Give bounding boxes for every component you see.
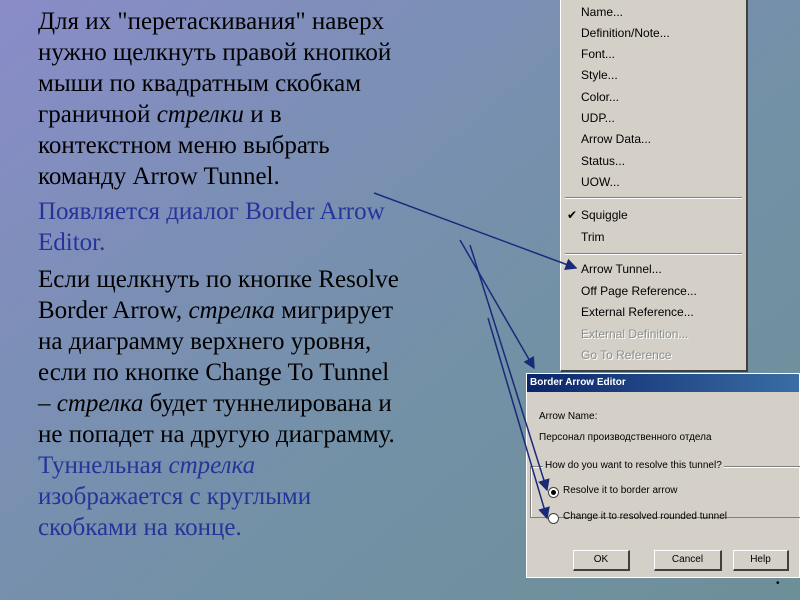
p1-line-5: контекстном меню выбрать — [38, 132, 330, 159]
menu-separator — [565, 253, 742, 255]
cancel-button[interactable]: Cancel — [654, 550, 722, 571]
menu-item-squiggle[interactable]: Squiggle — [581, 205, 628, 225]
p3-line-5c: будет туннелирована и — [143, 390, 392, 417]
paragraph-3: Если щелкнуть по кнопке Resolve Border A… — [38, 264, 498, 543]
menu-item-definition-note[interactable]: Definition/Note... — [581, 23, 670, 43]
corner-dot: • — [776, 578, 780, 589]
menu-item-arrow-tunnel[interactable]: Arrow Tunnel... — [581, 259, 662, 279]
radio-selected-dot — [551, 490, 556, 495]
menu-item-off-page-reference[interactable]: Off Page Reference... — [581, 281, 697, 301]
dialog-title-bar[interactable]: Border Arrow Editor — [527, 374, 799, 392]
p3-line-6: не попадет на другую диаграмму. — [38, 421, 395, 448]
p3-line-7a: Туннельная — [38, 452, 169, 479]
menu-item-external-definition: External Definition... — [581, 327, 689, 341]
p3-line-3: на диаграмму верхнего уровня, — [38, 328, 372, 355]
option-change-to-tunnel-label[interactable]: Change it to resolved rounded tunnel — [563, 511, 727, 522]
menu-item-color[interactable]: Color... — [581, 87, 619, 107]
menu-item-status[interactable]: Status... — [581, 151, 625, 171]
p3-line-2b: стрелка — [188, 297, 276, 324]
p3-line-5a: – — [38, 390, 57, 417]
group-title: How do you want to resolve this tunnel? — [543, 460, 724, 471]
p3-line-7b: стрелка — [168, 452, 256, 479]
p3-line-1: Если щелкнуть по кнопке Resolve — [38, 266, 399, 293]
menu-item-style[interactable]: Style... — [581, 65, 618, 85]
p3-line-2c: мигрирует — [275, 297, 393, 324]
menu-item-external-reference[interactable]: External Reference... — [581, 302, 694, 322]
p1-line-4c: и в — [243, 101, 282, 128]
radio-resolve-border-arrow[interactable] — [548, 487, 559, 498]
p2-line-1: Появляется диалог Border Arrow — [38, 198, 385, 225]
slide-text: Для их "перетаскивания" наверх нужно щел… — [38, 6, 498, 543]
radio-change-to-tunnel[interactable] — [548, 513, 559, 524]
menu-item-font[interactable]: Font... — [581, 44, 615, 64]
paragraph-1: Для их "перетаскивания" наверх нужно щел… — [38, 6, 498, 192]
arrow-name-value: Персонал производственного отдела — [539, 432, 712, 443]
p3-line-9: скобками на конце. — [38, 514, 242, 541]
check-icon: ✔ — [567, 208, 578, 222]
p3-line-8: изображается с круглыми — [38, 483, 312, 510]
menu-item-trim[interactable]: Trim — [581, 227, 605, 247]
ok-button[interactable]: OK — [573, 550, 630, 571]
menu-separator — [565, 197, 742, 199]
p1-line-6: команду Arrow Tunnel. — [38, 163, 280, 190]
p1-line-2: нужно щелкнуть правой кнопкой — [38, 39, 392, 66]
menu-item-arrow-data[interactable]: Arrow Data... — [581, 129, 651, 149]
arrow-name-label: Arrow Name: — [539, 411, 598, 422]
menu-item-uow[interactable]: UOW... — [581, 172, 620, 192]
p1-line-4b: стрелки — [156, 101, 244, 128]
menu-item-name[interactable]: Name... — [581, 2, 623, 22]
p1-line-1: Для их "перетаскивания" наверх — [38, 8, 385, 35]
p3-line-2a: Border Arrow, — [38, 297, 189, 324]
context-menu: Name... Definition/Note... Font... Style… — [560, 0, 748, 372]
p3-line-5b: стрелка — [56, 390, 144, 417]
menu-item-go-to-reference: Go To Reference — [581, 348, 672, 362]
help-button[interactable]: Help — [733, 550, 789, 571]
paragraph-2: Появляется диалог Border Arrow Editor. — [38, 196, 498, 258]
menu-item-udp[interactable]: UDP... — [581, 108, 615, 128]
p2-line-2: Editor. — [38, 229, 106, 256]
p3-line-4: если по кнопке Change To Tunnel — [38, 359, 390, 386]
p1-line-4a: граничной — [38, 101, 157, 128]
option-resolve-border-arrow-label[interactable]: Resolve it to border arrow — [563, 485, 678, 496]
p1-line-3: мыши по квадратным скобкам — [38, 70, 362, 97]
border-arrow-editor-dialog: Border Arrow Editor Arrow Name: Персонал… — [526, 373, 800, 578]
